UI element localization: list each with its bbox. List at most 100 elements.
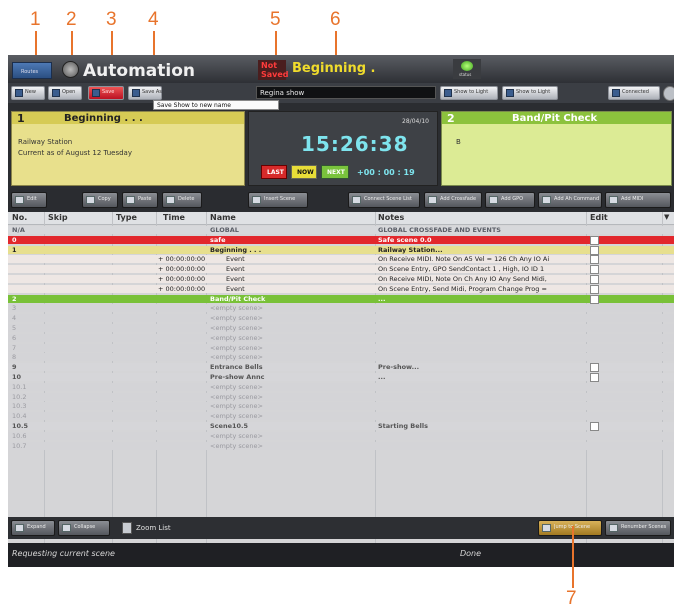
scene-list-header: No. Skip Type Time Name Notes Edit ▼: [8, 212, 674, 225]
callout-6: 6: [330, 9, 341, 30]
insert-scene-button[interactable]: Insert Scene: [248, 192, 308, 208]
filter-icon[interactable]: ▼: [664, 213, 669, 221]
delete-button[interactable]: Delete: [162, 192, 202, 208]
save-show-as-button[interactable]: Save As: [128, 86, 162, 100]
scene-row[interactable]: N/A GLOBAL GLOBAL CROSSFADE AND EVENTS: [8, 226, 674, 234]
scene-name: Event: [226, 265, 245, 274]
scene-number: 10.4: [12, 412, 27, 421]
scene-row[interactable]: 10.5 Scene10.5 Starting Bells: [8, 422, 674, 431]
scene-row[interactable]: 3 <empty scene>: [8, 304, 674, 313]
scene-number: 5: [12, 324, 17, 332]
scene-name: safe: [210, 235, 226, 244]
scene-name: Band/Pit Check: [210, 294, 266, 303]
add-midi-button[interactable]: Add MIDI: [605, 192, 671, 208]
edit-checkbox[interactable]: [590, 422, 599, 431]
status-label: status: [459, 72, 472, 77]
add-ah-command-button[interactable]: Add Ah Command: [538, 192, 602, 208]
scene-row[interactable]: 1 Beginning . . . Railway Station...: [8, 245, 674, 255]
jump-to-scene-button[interactable]: Jump to Scene: [538, 520, 602, 536]
scene-row[interactable]: 10.3 <empty scene>: [8, 402, 674, 411]
show-to-light-button-2[interactable]: Show to Light: [502, 86, 558, 100]
edit-checkbox[interactable]: [590, 255, 599, 265]
col-header-edit[interactable]: Edit: [590, 213, 608, 222]
scene-row[interactable]: 0 safe Safe scene 0.0: [8, 235, 674, 245]
edit-checkbox[interactable]: [590, 245, 599, 255]
scene-notes: Pre-show...: [378, 363, 420, 372]
event-time: + 00:00:00:00: [158, 284, 206, 293]
show-name-input[interactable]: Regina show: [256, 86, 436, 99]
expand-button[interactable]: Expand: [11, 520, 55, 536]
scene-row[interactable]: 2 Band/Pit Check...: [8, 294, 674, 304]
connect-scene-list-button[interactable]: Connect Scene List: [348, 192, 420, 208]
open-show-label: Open: [62, 89, 76, 95]
scene-row[interactable]: 10.1 <empty scene>: [8, 382, 674, 391]
scene-name: <empty scene>: [210, 431, 263, 440]
now-button[interactable]: NOW: [291, 165, 317, 179]
edit-checkbox[interactable]: [590, 294, 599, 304]
scene-row[interactable]: 10.4 <empty scene>: [8, 412, 674, 421]
scene-row[interactable]: 10.7 <empty scene>: [8, 441, 674, 450]
new-show-button[interactable]: New: [11, 86, 45, 100]
event-time: + 00:00:00:00: [158, 275, 206, 283]
event-row[interactable]: + 00:00:00:00 Event On Receive MIDI. Note …: [8, 255, 674, 265]
show-to-light-button-1[interactable]: Show to Light: [440, 86, 498, 100]
status-left-text: Requesting current scene: [12, 549, 115, 558]
zoom-list-label[interactable]: Zoom List: [136, 524, 171, 532]
col-header-type[interactable]: Type: [116, 213, 137, 222]
collapse-button[interactable]: Collapse: [58, 520, 110, 536]
event-row[interactable]: + 00:00:00:00 Event On Scene Entry, GPO Se…: [8, 265, 674, 275]
add-crossfade-label: Add Crossfade: [440, 196, 477, 202]
col-header-time[interactable]: Time: [163, 213, 185, 222]
paste-button[interactable]: Paste: [122, 192, 158, 208]
edit-checkbox[interactable]: [590, 363, 599, 373]
add-gpo-label: Add GPO: [501, 196, 524, 202]
add-crossfade-button[interactable]: Add Crossfade: [424, 192, 482, 208]
scene-name: Event: [226, 284, 245, 293]
edit-checkbox[interactable]: [590, 235, 599, 245]
event-row[interactable]: + 00:00:00:00 Event On Scene Entry, Send M…: [8, 284, 674, 294]
callout-1: 1: [30, 9, 41, 30]
collapse-label: Collapse: [74, 524, 96, 530]
scene-row[interactable]: 10 Pre-show Annc...: [8, 373, 674, 382]
clock-date: 28/04/10: [402, 118, 429, 125]
col-header-notes[interactable]: Notes: [378, 213, 404, 222]
scene-row[interactable]: 6 <empty scene>: [8, 333, 674, 342]
scene-row[interactable]: 4 <empty scene>: [8, 314, 674, 323]
countdown-time: +00 : 00 : 19: [357, 168, 415, 177]
copy-button[interactable]: Copy: [82, 192, 118, 208]
edit-button[interactable]: Edit: [11, 192, 47, 208]
next-scene-panel: 2 Band/Pit Check B: [441, 111, 672, 186]
scene-row[interactable]: 7 <empty scene>: [8, 343, 674, 352]
scene-notes: On Scene Entry, Send Midi, Program Chang…: [378, 284, 547, 293]
scene-row[interactable]: 8 <empty scene>: [8, 353, 674, 362]
next-button[interactable]: NEXT: [321, 165, 349, 179]
zoom-list-icon[interactable]: [122, 522, 132, 534]
save-show-button[interactable]: Save: [88, 86, 124, 100]
renumber-scenes-button[interactable]: Renumber Scenes: [605, 520, 671, 536]
scene-name: <empty scene>: [210, 324, 263, 332]
edit-checkbox[interactable]: [590, 275, 599, 284]
show-to-light-icon-1: [444, 89, 452, 97]
add-gpo-button[interactable]: Add GPO: [485, 192, 535, 208]
scene-name: <empty scene>: [210, 314, 263, 323]
scene-row[interactable]: 5 <empty scene>: [8, 324, 674, 332]
connected-button[interactable]: Connected: [608, 86, 660, 100]
event-row[interactable]: + 00:00:00:00 Event On Receive MIDI, Note …: [8, 275, 674, 284]
edit-checkbox[interactable]: [590, 284, 599, 294]
scene-row[interactable]: 10.2 <empty scene>: [8, 392, 674, 401]
routes-tab[interactable]: Routes: [12, 62, 52, 79]
close-icon[interactable]: [663, 86, 674, 101]
add-ah-command-label: Add Ah Command: [554, 196, 599, 202]
scene-name: <empty scene>: [210, 353, 263, 362]
scene-name: Pre-show Annc: [210, 373, 265, 381]
col-header-skip[interactable]: Skip: [48, 213, 68, 222]
edit-checkbox[interactable]: [590, 373, 599, 382]
scene-row[interactable]: 9 Entrance Bells Pre-show...: [8, 363, 674, 373]
col-header-no[interactable]: No.: [12, 213, 27, 222]
open-show-button[interactable]: Open: [48, 86, 82, 100]
scene-row[interactable]: 10.6 <empty scene>: [8, 431, 674, 440]
new-show-icon: [15, 89, 23, 97]
col-header-name[interactable]: Name: [210, 213, 236, 222]
last-button[interactable]: LAST: [261, 165, 287, 179]
edit-checkbox[interactable]: [590, 265, 599, 275]
